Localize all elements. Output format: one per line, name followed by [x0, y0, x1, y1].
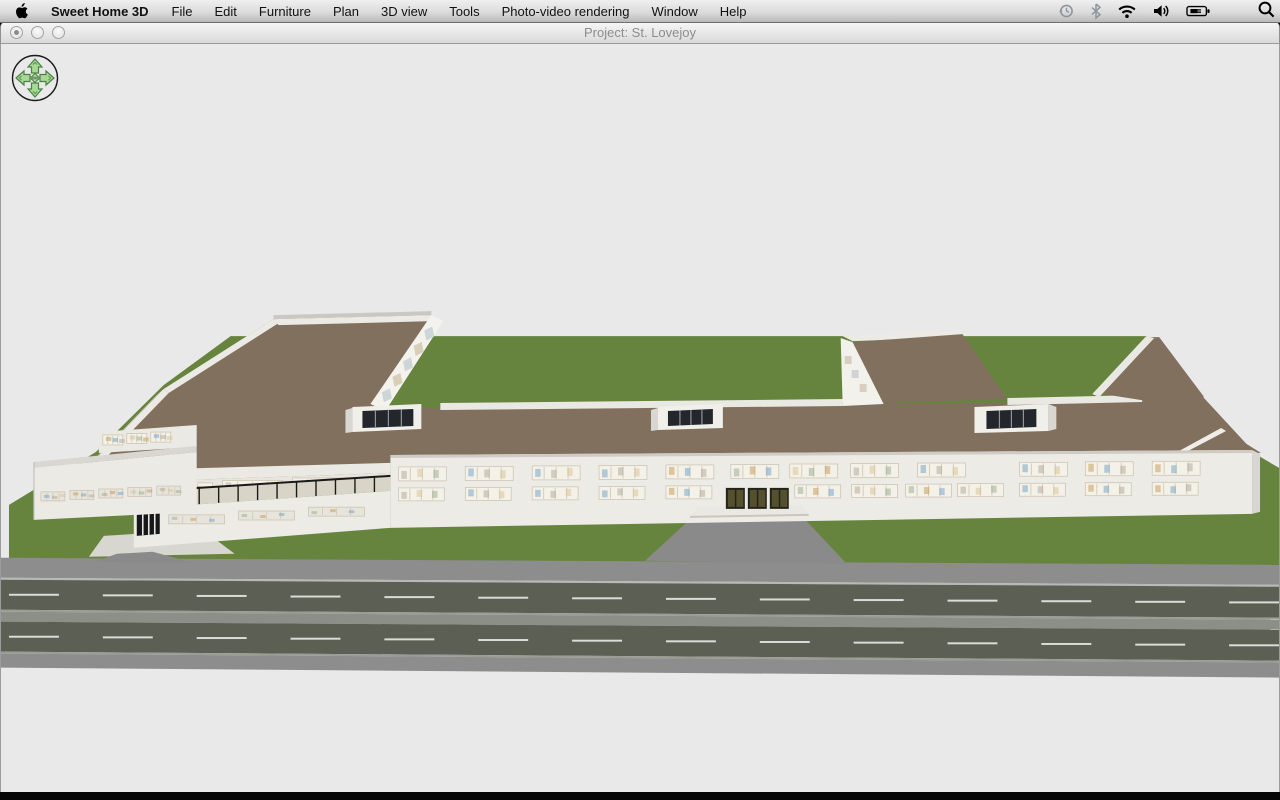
- menu-furniture[interactable]: Furniture: [248, 4, 322, 19]
- menu-bar: Sweet Home 3D File Edit Furniture Plan 3…: [0, 0, 1280, 23]
- navigation-compass[interactable]: [10, 53, 60, 103]
- roof-monitor-left: [345, 404, 421, 433]
- menu-help[interactable]: Help: [709, 4, 758, 19]
- menu-3d-view[interactable]: 3D view: [370, 4, 438, 19]
- spotlight-search-icon[interactable]: [1257, 0, 1276, 22]
- menu-file[interactable]: File: [161, 4, 204, 19]
- menu-plan[interactable]: Plan: [322, 4, 370, 19]
- roof-monitor-right: [974, 404, 1056, 433]
- menu-window[interactable]: Window: [641, 4, 709, 19]
- pan-right-arrow[interactable]: [40, 71, 54, 85]
- battery-icon[interactable]: [1186, 2, 1211, 20]
- window-title-bar[interactable]: Project: St. Lovejoy: [0, 22, 1280, 44]
- apple-menu[interactable]: [14, 3, 29, 19]
- 3d-viewport[interactable]: [0, 44, 1280, 792]
- pan-left-arrow[interactable]: [16, 71, 30, 85]
- volume-icon[interactable]: [1152, 2, 1171, 20]
- road: [1, 558, 1279, 678]
- entrance-doors: [726, 488, 789, 509]
- menu-edit[interactable]: Edit: [204, 4, 248, 19]
- screen-bottom-strip: [0, 792, 1280, 800]
- wifi-icon[interactable]: [1117, 2, 1137, 20]
- status-icons: [1057, 2, 1211, 20]
- menu-photo-video-rendering[interactable]: Photo-video rendering: [491, 4, 641, 19]
- zoom-center-control[interactable]: [31, 74, 39, 83]
- bluetooth-icon[interactable]: [1090, 2, 1102, 20]
- left-end-block: [34, 425, 197, 520]
- pan-up-arrow[interactable]: [28, 59, 42, 73]
- pan-down-arrow[interactable]: [28, 83, 42, 97]
- menu-tools[interactable]: Tools: [438, 4, 490, 19]
- 3d-scene: [1, 44, 1279, 792]
- app-menu-title[interactable]: Sweet Home 3D: [39, 4, 161, 19]
- roof-monitor-center: [651, 404, 723, 431]
- time-machine-icon[interactable]: [1057, 2, 1075, 20]
- window-title: Project: St. Lovejoy: [1, 25, 1279, 40]
- apple-logo-icon: [14, 3, 29, 19]
